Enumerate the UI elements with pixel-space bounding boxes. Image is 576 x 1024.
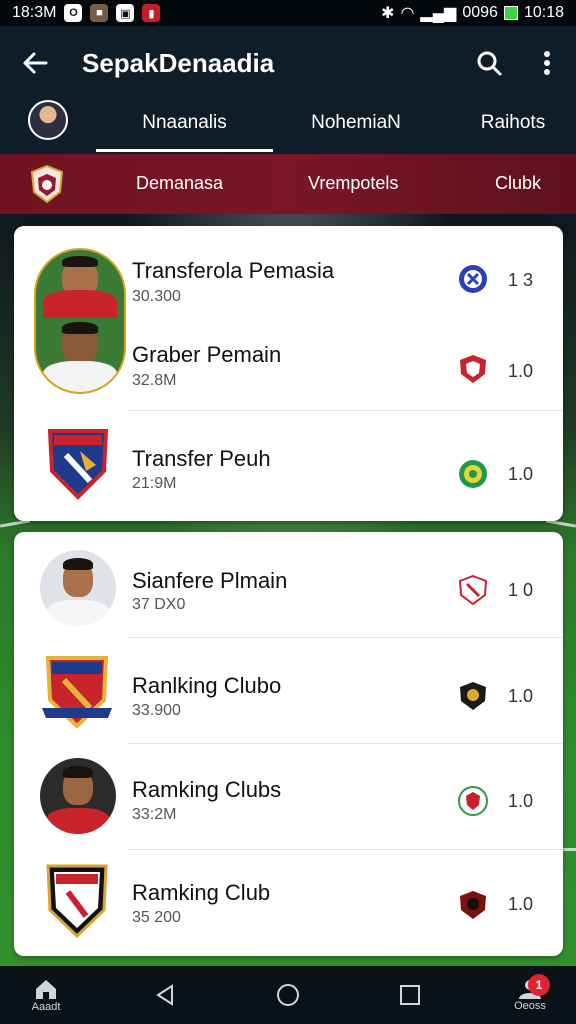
club-crest (46, 864, 108, 939)
ranking-card: Sianfere Plmain 37 DX0 1 0 Ranlking Club… (14, 532, 563, 956)
item-value: 1.0 (508, 361, 534, 381)
more-options-button[interactable] (518, 26, 576, 100)
message-notification-icon: ▣ (116, 4, 135, 22)
tab-analysis[interactable]: Nnaanalis (96, 100, 273, 154)
club-crest (47, 429, 109, 500)
bottom-navigation: Aaadt Oeoss (0, 966, 576, 1024)
signal-icon: ▂▄▆ (420, 5, 457, 22)
gallery-notification-icon: ■ (90, 4, 109, 22)
list-item[interactable]: Transferola Pemasia 30.300 1 3 Graber Pe… (14, 226, 563, 411)
page-title: SepakDenaadia (82, 47, 275, 78)
circle-home-icon (277, 984, 299, 1006)
club-filter-item[interactable]: Demanasa (136, 173, 223, 194)
tab-news[interactable]: NohemiaN (290, 100, 422, 154)
item-value: 1.0 (508, 894, 534, 914)
item-value: 1.0 (508, 464, 534, 484)
club-badge-icon (458, 575, 488, 605)
user-avatar[interactable] (28, 100, 68, 140)
list-item[interactable]: Transfer Peuh 21:9M 1.0 (14, 411, 563, 521)
home-label: Aaadt (31, 1001, 61, 1013)
battery-icon (503, 6, 518, 20)
item-title: Ramking Clubs (132, 777, 282, 802)
notification-badge: 1 (528, 974, 550, 996)
list-item[interactable]: Ramking Clubs 33:2M 1.0 (14, 744, 563, 850)
item-subtitle: 30.300 (132, 288, 181, 305)
profile-button[interactable]: Oeoss (498, 966, 562, 1024)
tab-rankings[interactable]: Raihots (460, 100, 566, 154)
status-time-right: 10:18 (523, 4, 564, 21)
player-photo (40, 758, 116, 834)
club-badge-icon (460, 355, 486, 383)
club-crest (42, 656, 112, 729)
club-badge-icon (459, 460, 487, 488)
item-title: Transfer Peuh (132, 446, 271, 471)
square-recents-icon (400, 985, 420, 1005)
bluetooth-icon: ✱ (381, 5, 395, 22)
tab-label: Raihots (480, 112, 546, 133)
status-time-left: 18:3M (12, 4, 57, 21)
item-value: 1.0 (508, 791, 534, 811)
search-button[interactable] (460, 26, 518, 100)
item-title: Ranlking Clubo (132, 673, 282, 698)
club-badge-icon (458, 786, 488, 816)
club-badge-icon (460, 891, 486, 919)
home-button[interactable]: Aaadt (14, 966, 78, 1024)
club-filter-bar: Demanasa Vrempotels Clubk (0, 154, 576, 214)
item-value: 1.0 (508, 686, 534, 706)
club-filter-item[interactable]: Vrempotels (308, 173, 398, 194)
player-photo (34, 248, 126, 394)
tab-bar: Nnaanalis NohemiaN Raihots (0, 100, 576, 154)
item-value: 1 0 (508, 580, 534, 600)
app-notification-icon: O (64, 4, 83, 22)
item-title: Sianfere Plmain (132, 568, 288, 593)
triangle-back-icon (156, 984, 173, 1006)
tab-label: NohemiaN (311, 112, 401, 133)
item-title: Ramking Club (132, 880, 271, 905)
system-recents-button[interactable] (385, 966, 435, 1024)
search-icon (477, 51, 502, 76)
profile-label: Oeoss (514, 1000, 546, 1012)
system-home-button[interactable] (263, 966, 313, 1024)
item-title: Graber Pemain (132, 342, 282, 367)
club-filter-item[interactable]: Clubk (495, 173, 541, 194)
status-bar: 18:3M O ■ ▣ ▮ ✱ ◠ ▂▄▆ 0096 10:18 (0, 0, 576, 26)
home-icon (36, 980, 56, 999)
item-subtitle: 33.900 (132, 702, 181, 719)
list-item[interactable]: Ramking Club 35 200 1.0 (14, 850, 563, 956)
item-subtitle: 21:9M (132, 475, 177, 492)
club-badge-icon (460, 682, 486, 710)
back-button[interactable] (0, 26, 70, 100)
item-subtitle: 35 200 (132, 909, 181, 926)
list-item[interactable]: Sianfere Plmain 37 DX0 1 0 (14, 532, 563, 638)
arrow-left-icon (23, 52, 48, 74)
system-back-button[interactable] (140, 966, 190, 1024)
network-speed: 0096 (462, 4, 498, 21)
list-item[interactable]: Ranlking Clubo 33.900 1.0 (14, 638, 563, 744)
item-subtitle: 37 DX0 (132, 596, 186, 613)
item-value: 1 3 (508, 270, 534, 290)
wifi-icon: ◠ (400, 5, 415, 22)
alert-notification-icon: ▮ (142, 4, 161, 22)
tab-label: Nnaanalis (142, 112, 227, 133)
club-badge-icon (459, 265, 487, 293)
item-title: Transferola Pemasia (132, 258, 335, 283)
item-subtitle: 32.8M (132, 372, 177, 389)
item-subtitle: 33:2M (132, 806, 177, 823)
club-crest-icon[interactable] (30, 164, 64, 204)
app-bar: SepakDenaadia (0, 26, 576, 100)
player-photo (40, 550, 116, 626)
more-vertical-icon (544, 51, 550, 75)
transfer-card: Transferola Pemasia 30.300 1 3 Graber Pe… (14, 226, 563, 521)
